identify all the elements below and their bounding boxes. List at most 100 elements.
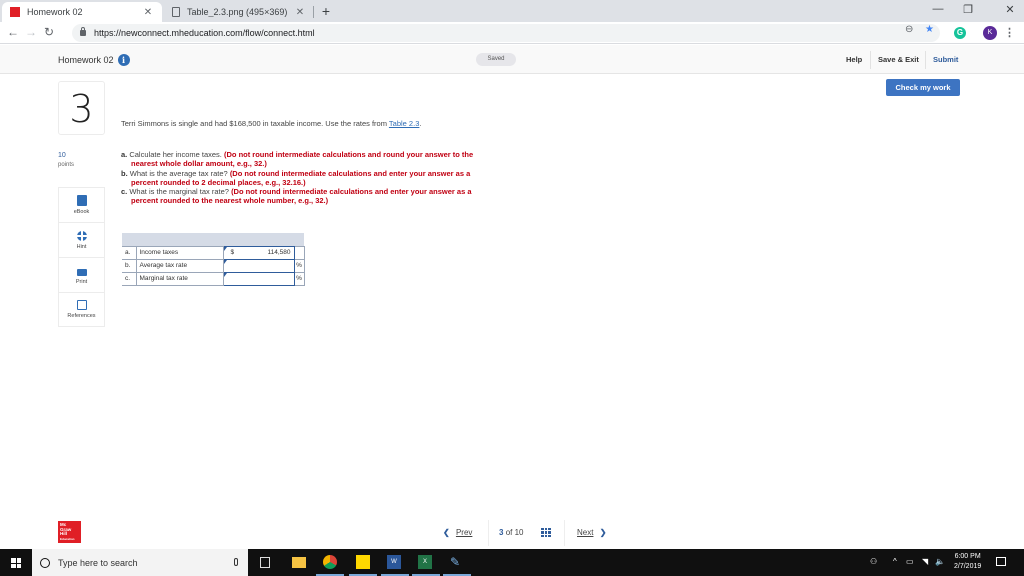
browser-menu-icon[interactable]: ⋮	[1004, 26, 1015, 39]
grammarly-extension-icon[interactable]: G	[954, 27, 966, 39]
table-row: a. Income taxes $	[122, 245, 305, 260]
percent-unit: %	[293, 258, 305, 273]
tool-label: Print	[75, 278, 88, 285]
income-taxes-input[interactable]	[240, 249, 291, 256]
prev-button[interactable]: ❮ Prev	[443, 528, 472, 537]
points-label: points	[58, 162, 75, 168]
file-icon	[172, 7, 180, 17]
table-link[interactable]: Table 2.3	[389, 119, 419, 128]
windows-start-icon[interactable]	[11, 558, 21, 568]
windows-taskbar: Type here to search W X ✎ ⚇ ^ ▭ ◥ 🔈	[0, 549, 1024, 576]
divider	[925, 51, 926, 69]
average-tax-rate-input-cell[interactable]	[222, 258, 295, 273]
chrome-icon[interactable]	[323, 555, 337, 569]
answer-table: a. Income taxes $ b. Average tax rate % …	[122, 233, 305, 286]
url-text: https://newconnect.mheducation.com/flow/…	[94, 28, 315, 38]
show-hidden-icons[interactable]: ^	[893, 557, 897, 566]
close-tab-icon[interactable]: ✕	[142, 7, 154, 18]
tab-title: Homework 02	[27, 7, 83, 17]
reload-button[interactable]: ↻	[42, 25, 56, 39]
sticky-notes-icon[interactable]	[356, 555, 370, 569]
window-close-button[interactable]: ✕	[1000, 3, 1020, 16]
people-icon[interactable]: ⚇	[870, 557, 877, 566]
taskbar-search[interactable]: Type here to search	[32, 549, 248, 576]
print-icon	[76, 268, 87, 276]
input-flag-icon	[223, 272, 227, 277]
hint-icon	[76, 230, 87, 241]
divider	[870, 51, 871, 69]
browser-tab-strip: Homework 02 ✕ Table_2.3.png (495×369) ✕ …	[0, 0, 1024, 22]
marginal-tax-rate-input[interactable]	[240, 275, 291, 282]
address-bar[interactable]: https://newconnect.mheducation.com/flow/…	[72, 24, 940, 42]
tab-table-image[interactable]: Table_2.3.png (495×369) ✕	[164, 2, 314, 22]
income-taxes-input-cell[interactable]: $	[222, 245, 295, 260]
marginal-tax-rate-input-cell[interactable]	[222, 271, 295, 286]
next-button[interactable]: Next ❯	[577, 528, 606, 537]
question-tools: eBook Hint Print References	[58, 187, 105, 327]
question-position: 3 of 10	[499, 528, 524, 537]
ebook-button[interactable]: eBook	[58, 187, 105, 222]
table-row: b. Average tax rate %	[122, 258, 305, 273]
tool-label: Hint	[76, 243, 87, 250]
input-flag-icon	[223, 259, 227, 264]
bookmark-star-icon[interactable]: ★	[925, 24, 934, 35]
references-icon	[76, 300, 87, 310]
tab-title: Table_2.3.png (495×369)	[187, 7, 288, 17]
divider	[564, 520, 565, 546]
points-value: 10	[58, 152, 66, 159]
cortana-icon	[40, 557, 50, 568]
file-explorer-icon[interactable]	[292, 557, 306, 568]
help-link[interactable]: Help	[846, 55, 862, 64]
profile-avatar[interactable]: K	[983, 26, 997, 40]
tool-label: References	[67, 313, 96, 319]
tab-divider	[313, 6, 314, 18]
hint-button[interactable]: Hint	[58, 222, 105, 257]
assignment-title: Homework 02 i	[58, 54, 130, 66]
question-part-b: b. What is the average tax rate? (Do not…	[121, 168, 471, 187]
wifi-icon[interactable]: ◥	[922, 557, 928, 566]
volume-icon[interactable]: 🔈	[935, 557, 945, 566]
question-prompt: Terri Simmons is single and had $168,500…	[121, 119, 422, 128]
question-part-a: a. Calculate her income taxes. (Do not r…	[121, 150, 474, 169]
print-button[interactable]: Print	[58, 257, 105, 292]
tab-homework[interactable]: Homework 02 ✕	[2, 2, 162, 22]
table-row: c. Marginal tax rate %	[122, 271, 305, 286]
question-parts: a. Calculate her income taxes. (Do not r…	[121, 150, 491, 206]
lock-icon	[80, 27, 86, 36]
divider	[488, 520, 489, 546]
tool-label: eBook	[73, 209, 90, 215]
average-tax-rate-input[interactable]	[240, 262, 291, 269]
back-button[interactable]: ←	[6, 25, 20, 39]
minimize-button[interactable]: —	[928, 3, 948, 15]
percent-unit: %	[293, 271, 305, 286]
action-center-icon[interactable]	[996, 557, 1006, 566]
close-tab-icon[interactable]: ✕	[294, 7, 306, 18]
question-part-c: c. What is the marginal tax rate? (Do no…	[121, 187, 472, 206]
taskbar-clock[interactable]: 6:00 PM 2/7/2019	[954, 552, 981, 572]
chevron-right-icon: ❯	[599, 528, 607, 537]
mcgraw-hill-logo: Mc Graw Hill Education	[58, 521, 81, 543]
currency-symbol: $	[230, 249, 235, 256]
microphone-icon[interactable]	[234, 558, 238, 566]
forward-button[interactable]: →	[24, 25, 38, 39]
saved-status-badge: Saved	[476, 53, 516, 66]
submit-link[interactable]: Submit	[933, 55, 958, 64]
references-button[interactable]: References	[58, 292, 105, 327]
new-tab-button[interactable]: +	[318, 3, 334, 19]
save-exit-link[interactable]: Save & Exit	[878, 55, 919, 64]
check-my-work-button[interactable]: Check my work	[886, 79, 960, 96]
restore-button[interactable]: ❐	[958, 3, 978, 16]
word-icon[interactable]: W	[387, 555, 401, 569]
info-icon[interactable]: i	[117, 54, 130, 66]
excel-icon[interactable]: X	[418, 555, 432, 569]
zoom-icon[interactable]: ⊖	[905, 24, 913, 35]
book-icon	[76, 195, 87, 206]
battery-icon[interactable]: ▭	[906, 557, 914, 566]
question-grid-icon[interactable]	[541, 528, 551, 537]
browser-toolbar: ← → ↻ https://newconnect.mheducation.com…	[0, 22, 1024, 44]
mcgraw-hill-favicon-icon	[10, 7, 20, 17]
chevron-left-icon: ❮	[443, 528, 450, 537]
question-number: 3	[58, 81, 105, 135]
task-view-icon[interactable]	[260, 557, 270, 568]
paint-icon[interactable]: ✎	[450, 555, 464, 569]
